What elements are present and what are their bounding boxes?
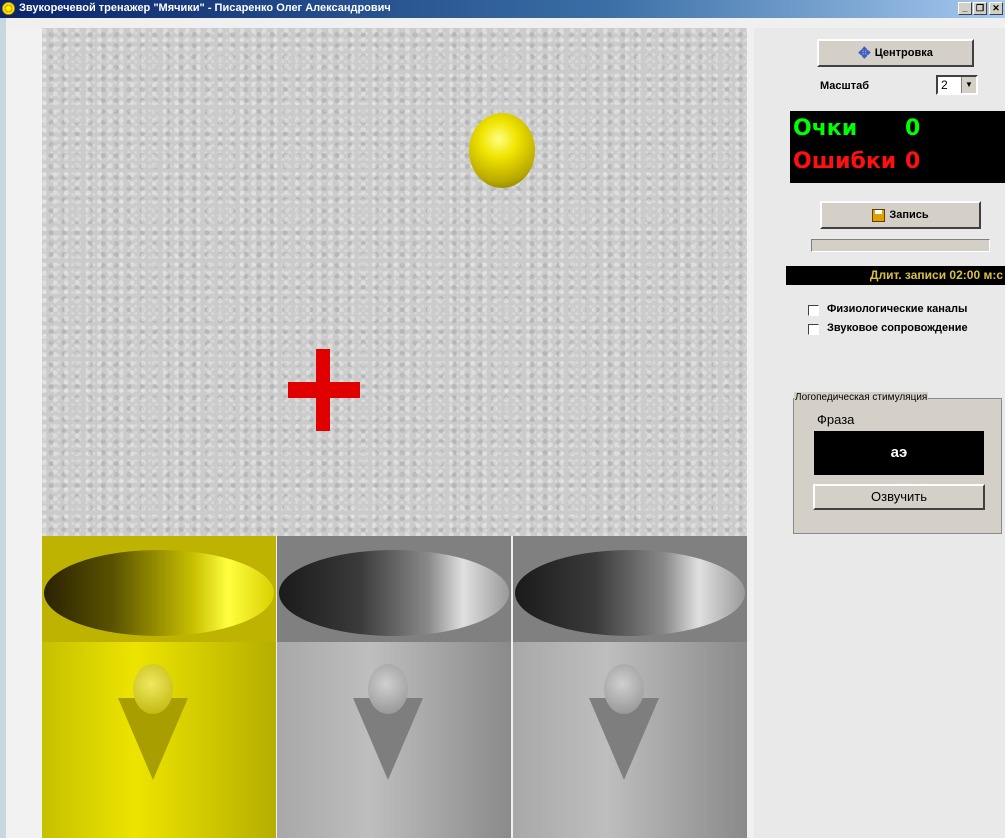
chevron-down-icon[interactable]: ▼ (961, 77, 976, 93)
title-bar: Звукоречевой тренажер "Мячики" - Писарен… (0, 0, 1005, 18)
panel-top (42, 536, 276, 642)
app-icon (2, 2, 15, 15)
group-title: Логопедическая стимуляция (794, 392, 929, 403)
scale-label: Масштаб (820, 80, 870, 92)
scale-value: 2 (941, 78, 948, 92)
floppy-disk-icon (872, 208, 886, 222)
checkbox-box[interactable] (808, 305, 819, 316)
physio-channels-checkbox[interactable]: Физиологические каналы (808, 303, 1005, 319)
recording-progress (811, 239, 990, 252)
move-arrows-icon: ✥ (858, 44, 871, 62)
center-button[interactable]: ✥ Центровка (817, 39, 974, 67)
points-label: Очки (793, 116, 858, 141)
phrase-label: Фраза (817, 412, 855, 427)
points-row: Очки 0 (793, 116, 920, 141)
score-board: Очки 0 Ошибки 0 (790, 111, 1005, 183)
center-button-label: Центровка (874, 47, 933, 59)
panel-yellow[interactable] (42, 536, 276, 838)
speak-button[interactable]: Озвучить (813, 484, 985, 510)
logopedic-group: Логопедическая стимуляция Фраза аэ Озвуч… (793, 392, 1002, 534)
recording-duration: Длит. записи 02:00 м:с (786, 266, 1005, 285)
panel-gray-1[interactable] (277, 536, 511, 838)
physio-channels-label: Физиологические каналы (827, 303, 968, 315)
phrase-display: аэ (814, 431, 984, 475)
points-value: 0 (905, 116, 921, 141)
hole-ellipse (279, 550, 509, 636)
record-button-label: Запись (889, 209, 929, 221)
errors-label: Ошибки (793, 149, 897, 174)
sound-accompaniment-checkbox[interactable]: Звуковое сопровождение (808, 322, 1005, 338)
ball-figure (604, 664, 644, 714)
panel-top (513, 536, 747, 642)
hole-ellipse (515, 550, 745, 636)
minimize-button[interactable]: _ (958, 2, 972, 15)
panel-gray-2[interactable] (513, 536, 747, 838)
hole-ellipse (44, 550, 274, 636)
game-stage[interactable] (42, 28, 747, 536)
ball-figure (133, 664, 173, 714)
panel-top (277, 536, 511, 642)
sound-accompaniment-label: Звуковое сопровождение (827, 322, 968, 334)
checkbox-box[interactable] (808, 324, 819, 335)
errors-row: Ошибки 0 (793, 149, 920, 174)
ball-figure (368, 664, 408, 714)
restore-button[interactable]: ❐ (973, 2, 987, 15)
left-margin (6, 28, 42, 838)
record-button[interactable]: Запись (820, 201, 981, 229)
target-cross-horizontal (288, 382, 360, 398)
scale-select[interactable]: 2 ▼ (936, 75, 978, 95)
window-title: Звукоречевой тренажер "Мячики" - Писарен… (19, 2, 391, 14)
yellow-ball (469, 113, 535, 188)
errors-value: 0 (905, 149, 921, 174)
close-button[interactable]: ✕ (989, 2, 1003, 15)
